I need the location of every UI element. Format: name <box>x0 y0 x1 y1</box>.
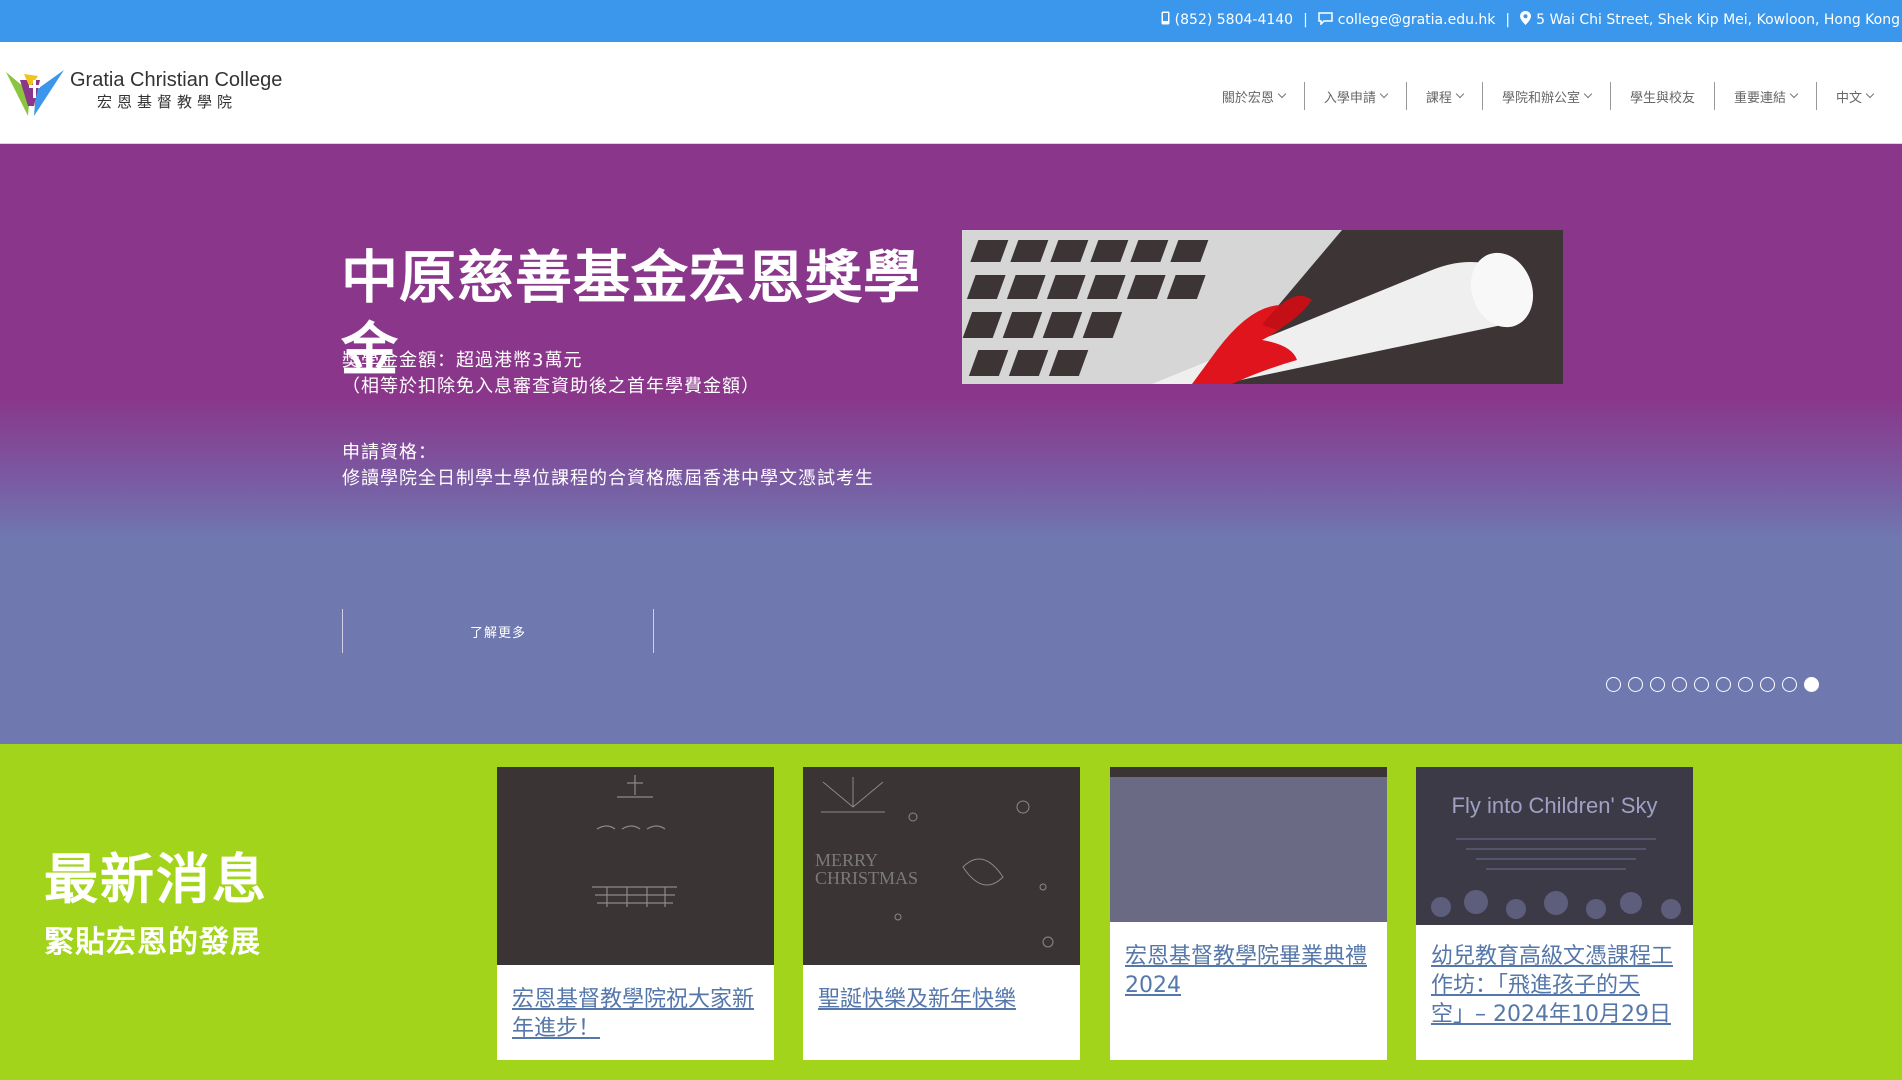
card-image-text: CHRISTMAS <box>815 868 919 888</box>
map-pin-icon <box>1520 11 1532 29</box>
top-contact-bar: (852) 5804-4140 | college@gratia.edu.hk … <box>0 0 1902 42</box>
eligibility-label: 申請資格： <box>342 442 437 463</box>
news-card[interactable]: 宏恩基督教學院祝大家新年進步！ <box>497 767 774 1060</box>
slider-dot[interactable] <box>1716 677 1731 692</box>
nav-item-programmes[interactable]: 課程 <box>1405 82 1482 110</box>
nav-label: 重要連結 <box>1733 90 1786 106</box>
news-card-image: Fly into Children' Sky <box>1416 767 1693 925</box>
nav-item-links[interactable]: 重要連結 <box>1713 82 1816 110</box>
news-card-title[interactable]: 宏恩基督教學院祝大家新年進步！ <box>497 985 774 1043</box>
slider-pagination <box>1606 677 1826 692</box>
separator: | <box>1505 12 1511 28</box>
news-card-title[interactable]: 宏恩基督教學院畢業典禮 2024 <box>1110 942 1387 1000</box>
chat-icon <box>1318 11 1333 29</box>
nav-item-schools-offices[interactable]: 學院和辦公室 <box>1481 82 1610 110</box>
phone-icon <box>1161 11 1170 29</box>
logo-emblem-icon <box>6 66 64 116</box>
hero-image-laptop-diploma <box>962 230 1563 384</box>
slider-dot[interactable] <box>1650 677 1665 692</box>
news-section: 最新消息 緊貼宏恩的發展 宏恩基督教學院祝大家新年進步！ MERRY CHRIS… <box>0 744 1902 1080</box>
slider-dot[interactable] <box>1738 677 1753 692</box>
news-card-title[interactable]: 幼兒教育高級文憑課程工作坊：「飛進孩子的天空」– 2024年10月29日 <box>1416 942 1693 1029</box>
chevron-down-icon <box>1865 89 1875 99</box>
card-image-text: MERRY <box>815 850 879 870</box>
chevron-down-icon <box>1277 89 1287 99</box>
logo-name-en: Gratia Christian College <box>70 69 283 91</box>
news-subheading: 緊貼宏恩的發展 <box>44 925 261 960</box>
hero-slider: 中原慈善基金宏恩獎學金 獎學金金額：超過港幣3萬元 （相等於扣除免入息審查資助後… <box>0 144 1902 744</box>
news-heading: 最新消息 <box>44 848 268 911</box>
slider-dot[interactable] <box>1672 677 1687 692</box>
nav-label: 關於宏恩 <box>1221 90 1274 106</box>
slider-dot[interactable] <box>1782 677 1797 692</box>
nav-item-about[interactable]: 關於宏恩 <box>1203 82 1304 110</box>
address-text: 5 Wai Chi Street, Shek Kip Mei, Kowloon,… <box>1536 12 1900 28</box>
nav-item-language[interactable]: 中文 <box>1815 82 1892 110</box>
chevron-down-icon <box>1789 89 1799 99</box>
separator: | <box>1303 12 1308 28</box>
nav-label: 學生與校友 <box>1629 90 1695 106</box>
scholarship-amount: 獎學金金額：超過港幣3萬元 <box>342 350 583 371</box>
eligibility-text: 修讀學院全日制學士學位課程的合資格應屆香港中學文憑試考生 <box>342 468 874 489</box>
slider-dot[interactable] <box>1760 677 1775 692</box>
learn-more-button[interactable]: 了解更多 <box>342 609 654 653</box>
nav-label: 課程 <box>1425 90 1452 106</box>
slider-dot-active[interactable] <box>1804 677 1819 692</box>
chevron-down-icon <box>1379 89 1389 99</box>
scholarship-amount-note: （相等於扣除免入息審查資助後之首年學費金額） <box>342 376 760 397</box>
news-card[interactable]: 宏恩基督教學院畢業典禮 2024 <box>1110 767 1387 1060</box>
main-nav: 關於宏恩 入學申請 課程 學院和辦公室 學生與校友 重要連結 中文 <box>1203 82 1892 110</box>
news-card-title[interactable]: 聖誕快樂及新年快樂 <box>803 985 1080 1014</box>
nav-item-students-alumni[interactable]: 學生與校友 <box>1609 82 1714 110</box>
site-logo[interactable]: Gratia Christian College 宏恩基督教學院 <box>6 66 282 116</box>
nav-item-admission[interactable]: 入學申請 <box>1303 82 1406 110</box>
chevron-down-icon <box>1455 89 1465 99</box>
news-card-image: MERRY CHRISTMAS <box>803 767 1080 965</box>
nav-label: 中文 <box>1835 90 1862 106</box>
email-link[interactable]: college@gratia.edu.hk <box>1338 12 1496 28</box>
slider-dot[interactable] <box>1694 677 1709 692</box>
slider-dot[interactable] <box>1606 677 1621 692</box>
nav-label: 學院和辦公室 <box>1501 90 1580 106</box>
logo-name-zh: 宏恩基督教學院 <box>97 93 238 111</box>
chevron-down-icon <box>1583 89 1593 99</box>
news-card-image <box>1110 767 1387 922</box>
phone-number[interactable]: (852) 5804-4140 <box>1175 12 1293 28</box>
news-card[interactable]: Fly into Children' Sky 幼兒教育高級文憑課程工作坊：「飛進… <box>1416 767 1693 1060</box>
news-card[interactable]: MERRY CHRISTMAS 聖誕快樂及新年快樂 <box>803 767 1080 1060</box>
nav-label: 入學申請 <box>1323 90 1376 106</box>
site-header: Gratia Christian College 宏恩基督教學院 關於宏恩 入學… <box>0 42 1902 144</box>
slider-dot[interactable] <box>1628 677 1643 692</box>
news-card-image <box>497 767 774 965</box>
